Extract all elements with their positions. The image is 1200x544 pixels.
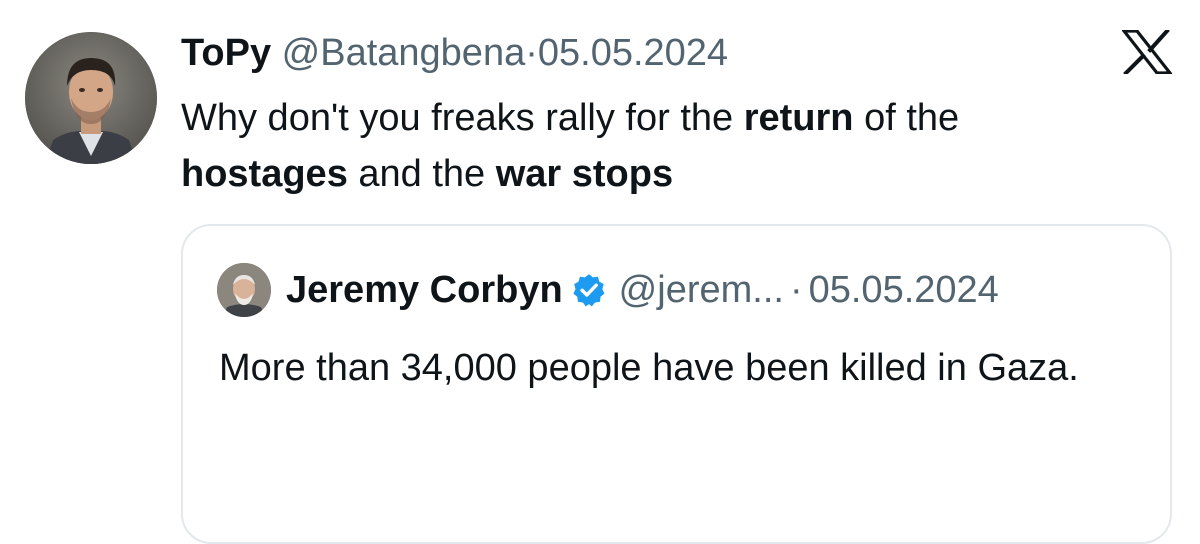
header-separator: ·	[525, 32, 538, 74]
tweet-text-part: Why don't you freaks rally for the	[181, 97, 744, 139]
quoted-tweet-date[interactable]: 05.05.2024	[809, 266, 999, 314]
tweet-text-part: of the	[853, 97, 960, 139]
tweet-text-bold: hostages	[181, 153, 348, 195]
quoted-avatar-image	[217, 263, 271, 317]
quoted-tweet-header: Jeremy Corbyn @jerem... · 05.05.2024	[286, 266, 999, 314]
tweet-text: Why don't you freaks rally for the retur…	[181, 90, 1141, 202]
avatar-image	[25, 32, 157, 164]
author-display-name[interactable]: ToPy	[181, 32, 271, 74]
quoted-author-avatar[interactable]	[217, 263, 271, 317]
quoted-header-separator: ·	[789, 269, 803, 311]
tweet-header: ToPy @Batangbena·05.05.2024	[181, 30, 728, 76]
tweet-card: ToPy @Batangbena·05.05.2024 Why don't yo…	[0, 0, 1200, 544]
verified-badge-icon	[571, 272, 607, 308]
quoted-author-handle[interactable]: @jerem...	[619, 266, 784, 314]
user-avatar[interactable]	[25, 32, 157, 164]
x-logo-icon	[1120, 28, 1174, 76]
author-handle[interactable]: @Batangbena	[282, 32, 526, 74]
tweet-text-bold: return	[743, 97, 854, 139]
tweet-date[interactable]: 05.05.2024	[538, 32, 728, 74]
quoted-tweet-text: More than 34,000 people have been killed…	[219, 347, 1079, 389]
quoted-author-display-name[interactable]: Jeremy Corbyn	[286, 266, 563, 314]
tweet-text-bold: war stops	[495, 153, 674, 195]
tweet-text-part: and the	[347, 153, 496, 195]
